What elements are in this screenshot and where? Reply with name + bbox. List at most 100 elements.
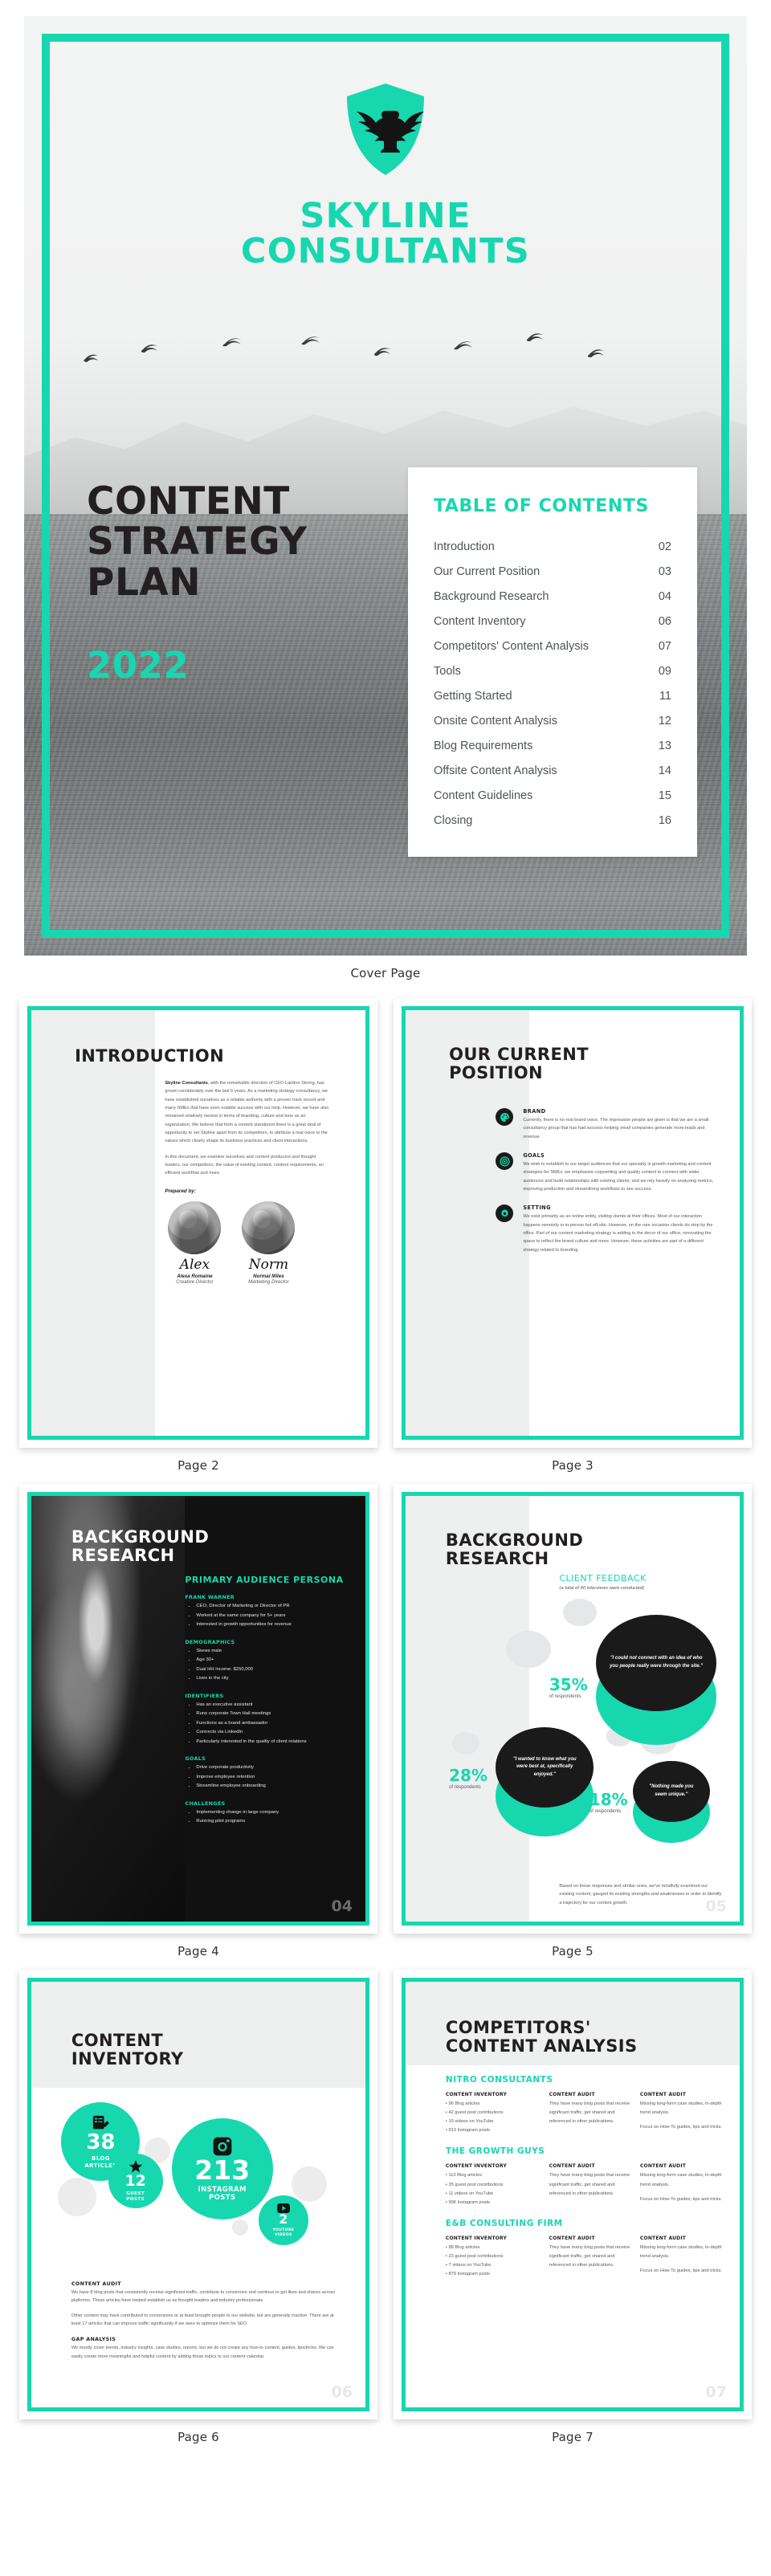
percent-value-1: 35%: [549, 1675, 588, 1694]
page-6-text: CONTENT AUDIT We have 8 blog posts that …: [71, 2280, 336, 2361]
list-item: Improve employee retention: [196, 1773, 345, 1783]
page-4-number: 04: [331, 1897, 353, 1915]
toc-row[interactable]: Background Research 04: [434, 584, 671, 609]
persona-group-heading: GOALS: [185, 1755, 206, 1763]
person-role: Marketing Director: [248, 1278, 289, 1285]
position-item-heading: BRAND: [523, 1108, 546, 1115]
brand-line-2: CONSULTANTS: [240, 230, 531, 271]
list-item: Connects via LinkedIn: [196, 1728, 345, 1738]
cover-heading: CONTENT STRATEGY PLAN: [87, 479, 308, 603]
toc-row-label: Our Current Position: [434, 565, 541, 578]
competitor-columns: CONTENT INVENTORY • 88 Blog articles • 23 …: [446, 2236, 723, 2279]
persona-section-title: PRIMARY AUDIENCE PERSONA: [185, 1575, 344, 1585]
intro-lead: Skyline Consultants: [165, 1081, 208, 1086]
page-7-title-line-2: CONTENT ANALYSIS: [445, 2036, 638, 2056]
toc-row-label: Onsite Content Analysis: [434, 714, 557, 728]
table-of-contents: TABLE OF CONTENTS Introduction 02 Our Curr…: [408, 467, 697, 857]
persona-group-heading: DEMOGRAPHICS: [185, 1638, 235, 1645]
persona-group-heading: CHALLENGES: [185, 1800, 226, 1807]
toc-row[interactable]: Getting Started 11: [434, 683, 671, 708]
persona-group: FRANK WARNER CEO, Director of Marketing o…: [185, 1594, 345, 1630]
page-6-title: CONTENT INVENTORY: [71, 2031, 184, 2069]
toc-row-label: Tools: [434, 664, 461, 678]
toc-row[interactable]: Introduction 02: [434, 534, 671, 559]
brand-line-1: SKYLINE: [300, 196, 471, 236]
page-4-card: BACKGROUND RESEARCH PRIMARY AUDIENCE PER…: [19, 1484, 377, 1934]
toc-row[interactable]: Offsite Content Analysis 14: [434, 758, 671, 783]
toc-row-page: 13: [658, 739, 671, 752]
toc-row-label: Background Research: [434, 589, 549, 603]
audit-column-1: CONTENT AUDIT They have many blog posts t…: [549, 2163, 632, 2207]
page-3-title-line-2: POSITION: [449, 1063, 544, 1083]
list-item: Implementing change in large company: [196, 1808, 345, 1818]
signature: Norm: [248, 1256, 289, 1273]
gap-analysis-p: We mostly cover trends, industry insight…: [71, 2346, 334, 2359]
toc-row-label: Offsite Content Analysis: [434, 764, 557, 777]
toc-row[interactable]: Content Inventory 06: [434, 609, 671, 634]
column-header: CONTENT AUDIT: [639, 2235, 687, 2241]
audit-text: They have many blog posts that receive s…: [549, 2101, 630, 2125]
notes-pencil-icon: [93, 2115, 110, 2130]
person-name: Alexa Romaine: [177, 1273, 213, 1279]
toc-row[interactable]: Tools 09: [434, 658, 671, 683]
persona-bullets: Drive corporate productivityImprove empl…: [196, 1763, 345, 1791]
quote-text-2: "I wanted to know what you were best at,…: [512, 1756, 577, 1777]
stat-value-blog: 38: [86, 2130, 116, 2155]
toc-row-label: Getting Started: [434, 689, 512, 703]
stat-circle-youtube: 2 YOUTUBE VIDEOS: [258, 2195, 308, 2245]
percent-label-2: of respondents: [449, 1785, 481, 1790]
page-4-caption: Page 4: [177, 1944, 219, 1958]
list-item: Runs corporate Town Hall meetings: [196, 1710, 345, 1719]
competitor-sections: NITRO CONSULTANTS CONTENT INVENTORY • 96 B…: [446, 2075, 723, 2290]
quote-bubble-3: "Nothing made you seem unique.": [632, 1761, 710, 1822]
audit-text-b: Focus on How-To guides, tips and tricks.: [639, 2125, 723, 2130]
audit-text-a: Missing long-form case studies, in-depth…: [639, 2101, 722, 2116]
inventory-column: CONTENT INVENTORY • 88 Blog articles • 23 …: [446, 2236, 541, 2279]
ghost-circle: [292, 2166, 328, 2202]
page-2-frame: INTRODUCTION Skyline Consultants, with t…: [27, 1006, 369, 1440]
page-5-title-line-2: RESEARCH: [445, 1549, 549, 1569]
percent-block-2: 28% of respondents: [449, 1767, 487, 1790]
position-items: BRAND Currently, there is no real brand v…: [496, 1108, 720, 1266]
page-5-footer-text: Based on these responses and similar one…: [559, 1883, 722, 1906]
percent-block-1: 35% of respondents: [549, 1677, 588, 1699]
page-5-caption: Page 5: [552, 1944, 594, 1958]
toc-row[interactable]: Onsite Content Analysis 12: [434, 708, 671, 733]
page-7-number: 07: [705, 2383, 727, 2401]
toc-row-page: 14: [658, 764, 671, 777]
page-7-caption: Page 7: [552, 2430, 594, 2444]
list-item: • 88 Blog articles: [445, 2244, 480, 2250]
toc-row[interactable]: Closing 16: [434, 808, 671, 833]
content-audit-heading: CONTENT AUDIT: [71, 2280, 121, 2287]
competitor-name: NITRO CONSULTANTS: [445, 2075, 553, 2085]
eagle-shield-logo: [345, 82, 426, 181]
toc-row-label: Competitors' Content Analysis: [434, 639, 589, 653]
list-item: Running pilot programs: [196, 1817, 345, 1827]
position-item-heading: SETTING: [523, 1204, 551, 1212]
toc-row[interactable]: Our Current Position 03: [434, 559, 671, 584]
page-6-number: 06: [331, 2383, 353, 2401]
position-item: BRAND Currently, there is no real brand v…: [496, 1108, 720, 1141]
client-feedback-subtitle: (a total of 40 interviews were conducted…: [559, 1586, 645, 1591]
cover-heading-line-2: STRATEGY: [87, 520, 308, 565]
competitor-columns: CONTENT INVENTORY • 96 Blog articles • 42 …: [446, 2092, 723, 2135]
audit-column-1: CONTENT AUDIT They have many blog posts t…: [549, 2092, 632, 2135]
intro-paragraph-1: Skyline Consultants, with the remarkable…: [165, 1079, 332, 1146]
column-header: CONTENT INVENTORY: [445, 2092, 508, 2097]
persona-bullets: Implementing change in large companyRunn…: [196, 1808, 345, 1827]
target-icon: [496, 1152, 514, 1171]
cover-caption: Cover Page: [350, 966, 421, 980]
page-5-card: BACKGROUND RESEARCH CLIENT FEEDBACK (a t…: [394, 1484, 752, 1934]
toc-row[interactable]: Blog Requirements 13: [434, 733, 671, 758]
toc-row[interactable]: Content Guidelines 15: [434, 783, 671, 808]
persona-group: DEMOGRAPHICS Skews maleAge 30+Dual HH inc…: [185, 1639, 345, 1684]
toc-row[interactable]: Competitors' Content Analysis 07: [434, 634, 671, 658]
page-2-title: INTRODUCTION: [75, 1046, 225, 1066]
audit-column-2: CONTENT AUDIT Missing long-form case stud…: [640, 2092, 723, 2135]
percent-label-3: of respondents: [589, 1809, 622, 1814]
page-3-frame: OUR CURRENT POSITION BRAND Currently, the…: [402, 1006, 744, 1440]
list-item: Skews male: [196, 1647, 345, 1657]
palette-icon: [496, 1108, 514, 1126]
page-5-title: BACKGROUND RESEARCH: [446, 1531, 583, 1568]
cover-heading-line-1: CONTENT: [87, 479, 290, 524]
